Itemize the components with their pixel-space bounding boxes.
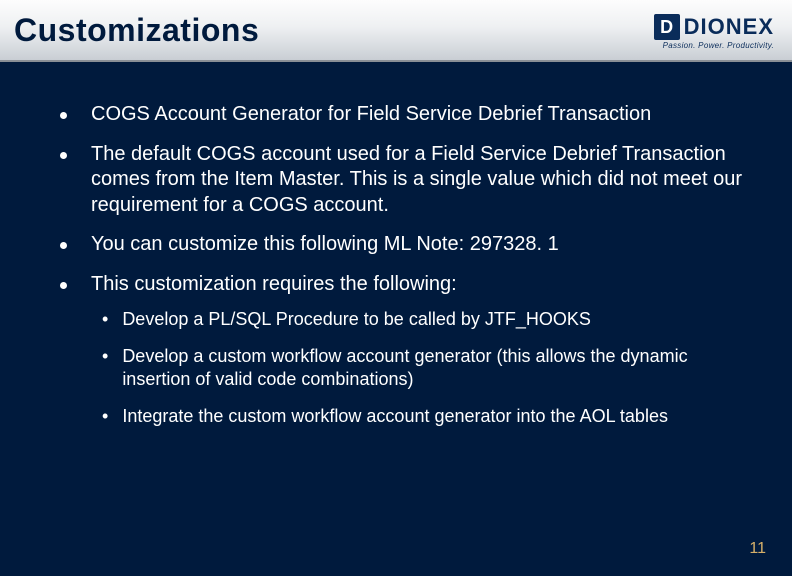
sub-bullet-text: Develop a custom workflow account genera… (122, 345, 752, 391)
bullet-item: This customization requires the followin… (60, 272, 752, 298)
slide-title: Customizations (14, 12, 259, 49)
brand-logo: D DIONEX Passion. Power. Productivity. (654, 14, 774, 50)
sub-bullet-list: • Develop a PL/SQL Procedure to be calle… (102, 308, 752, 428)
sub-bullet-dot-icon: • (102, 407, 108, 427)
bullet-dot-icon (60, 282, 67, 289)
bullet-text: You can customize this following ML Note… (91, 232, 559, 258)
sub-bullet-item: • Integrate the custom workflow account … (102, 405, 752, 428)
bullet-item: COGS Account Generator for Field Service… (60, 102, 752, 128)
bullet-item: The default COGS account used for a Fiel… (60, 142, 752, 219)
bullet-item: You can customize this following ML Note… (60, 232, 752, 258)
bullet-text: This customization requires the followin… (91, 272, 457, 298)
sub-bullet-dot-icon: • (102, 347, 108, 367)
slide-header: Customizations D DIONEX Passion. Power. … (0, 0, 792, 62)
bullet-dot-icon (60, 112, 67, 119)
page-number: 11 (749, 540, 766, 558)
bullet-dot-icon (60, 152, 67, 159)
bullet-text: COGS Account Generator for Field Service… (91, 102, 651, 128)
sub-bullet-text: Develop a PL/SQL Procedure to be called … (122, 308, 591, 331)
logo-name: DIONEX (684, 14, 774, 40)
slide-body: COGS Account Generator for Field Service… (0, 62, 792, 428)
logo-tagline: Passion. Power. Productivity. (663, 41, 774, 50)
bullet-text: The default COGS account used for a Fiel… (91, 142, 752, 219)
sub-bullet-item: • Develop a PL/SQL Procedure to be calle… (102, 308, 752, 331)
sub-bullet-dot-icon: • (102, 310, 108, 330)
sub-bullet-text: Integrate the custom workflow account ge… (122, 405, 668, 428)
sub-bullet-item: • Develop a custom workflow account gene… (102, 345, 752, 391)
logo-mark-icon: D (654, 14, 680, 40)
logo-top-row: D DIONEX (654, 14, 774, 40)
bullet-dot-icon (60, 242, 67, 249)
